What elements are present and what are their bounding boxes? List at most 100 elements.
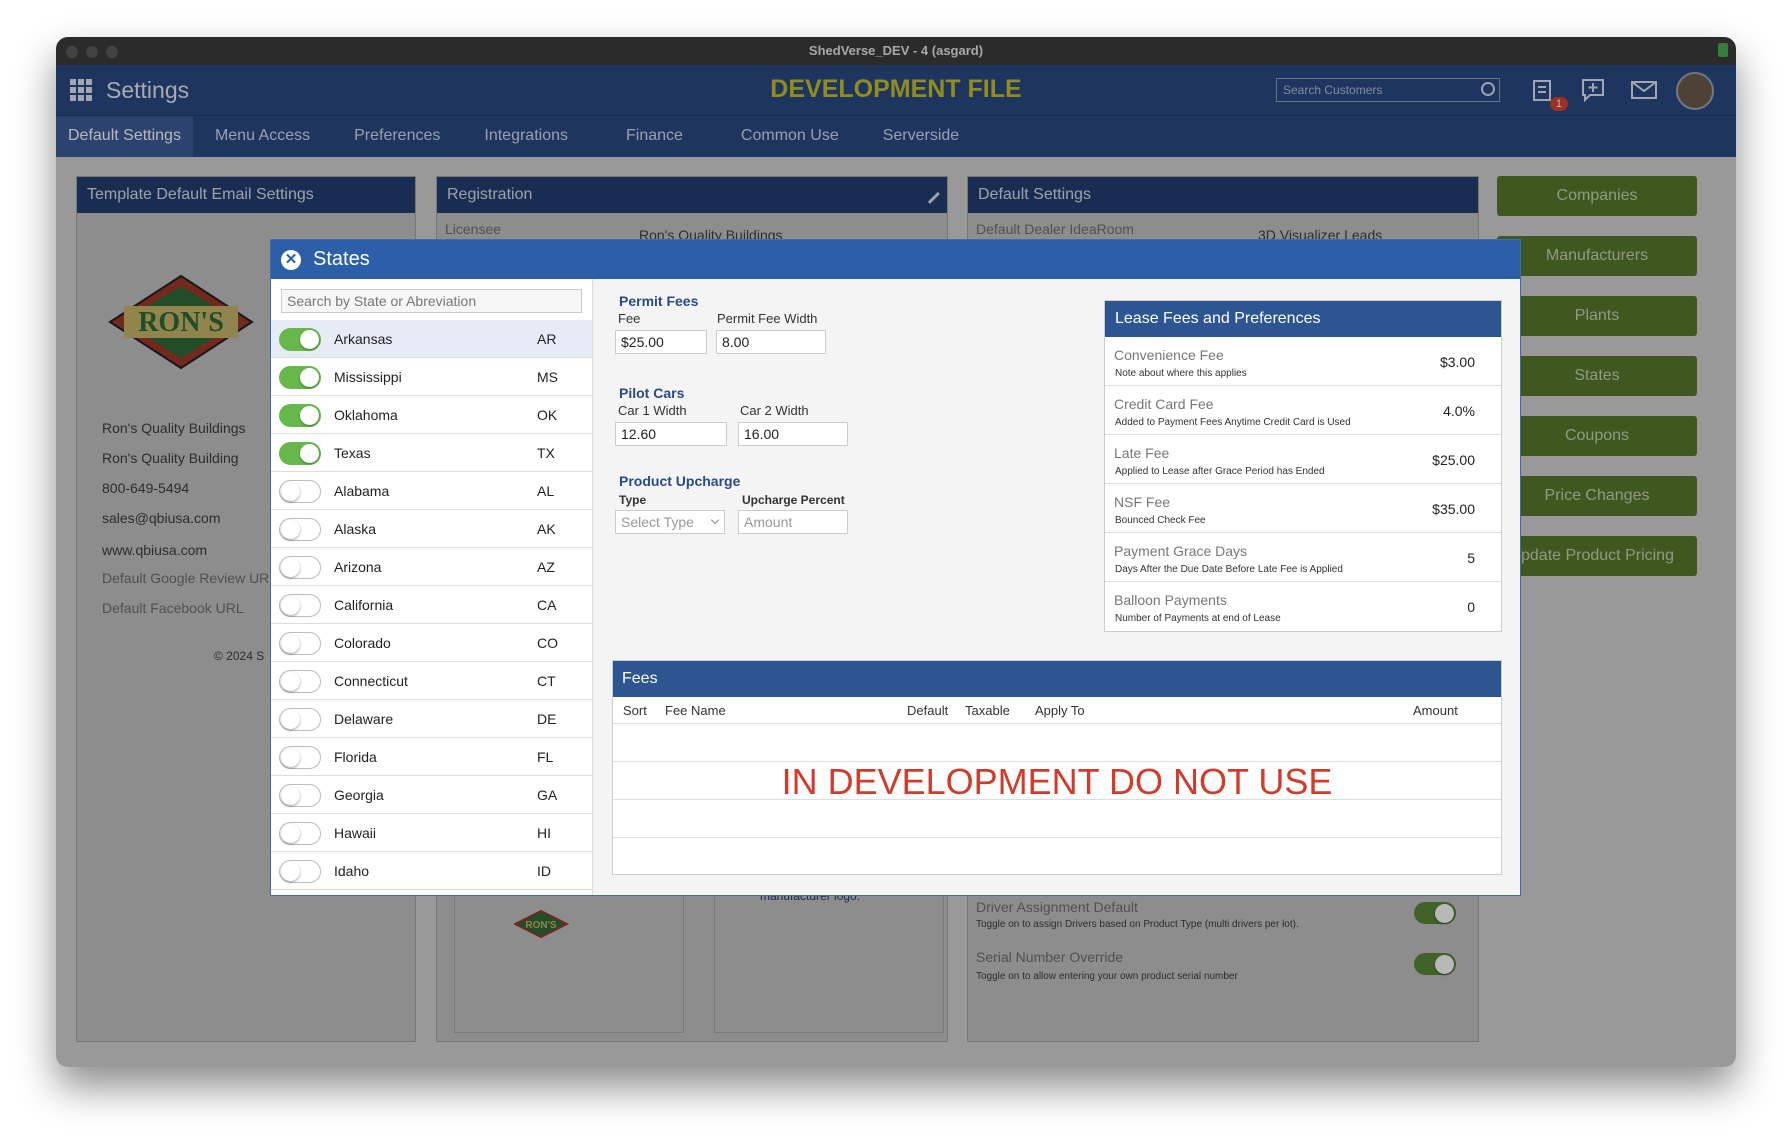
upcharge-percent-input[interactable]: Amount — [738, 510, 848, 534]
close-icon[interactable]: ✕ — [281, 250, 301, 270]
state-search-input[interactable]: Search by State or Abreviation — [281, 289, 582, 313]
state-row[interactable]: Florida FL — [271, 738, 592, 776]
state-abbr: CT — [537, 673, 556, 689]
fees-panel: Fees Sort Fee Name Default Taxable Apply… — [612, 660, 1502, 875]
lease-fee-row[interactable]: Late Fee Applied to Lease after Grace Per… — [1105, 435, 1501, 484]
lease-fee-name: Payment Grace Days — [1114, 543, 1248, 559]
state-row[interactable]: Alabama AL — [271, 472, 592, 510]
lease-fee-row[interactable]: Payment Grace Days Days After the Due Dat… — [1105, 533, 1501, 582]
modal-title: States — [313, 248, 370, 270]
lease-fee-name: Late Fee — [1114, 445, 1170, 461]
state-abbr: CO — [537, 635, 558, 651]
toggle-knob — [281, 634, 300, 653]
state-toggle[interactable] — [279, 442, 321, 465]
lease-fee-value[interactable]: $25.00 — [1432, 452, 1475, 468]
toggle-knob — [281, 558, 300, 577]
lease-fee-value[interactable]: $35.00 — [1432, 501, 1475, 517]
state-toggle[interactable] — [279, 670, 321, 693]
permit-fee-width-input[interactable]: 8.00 — [716, 330, 826, 354]
state-row[interactable]: California CA — [271, 586, 592, 624]
state-row[interactable]: Arkansas AR — [271, 320, 592, 358]
state-toggle[interactable] — [279, 366, 321, 389]
state-abbr: AL — [537, 483, 555, 499]
state-name: Alabama — [334, 483, 390, 499]
state-toggle[interactable] — [279, 328, 321, 351]
lease-fee-row[interactable]: NSF Fee Bounced Check Fee $35.00 — [1105, 484, 1501, 533]
table-row — [613, 800, 1501, 838]
toggle-knob — [300, 406, 319, 425]
state-abbr: MS — [537, 369, 558, 385]
state-name: California — [334, 597, 394, 613]
toggle-knob — [281, 520, 300, 539]
lease-fee-note: Applied to Lease after Grace Period has … — [1115, 466, 1325, 477]
col-apply-to[interactable]: Apply To — [1035, 703, 1085, 718]
state-name: Texas — [334, 445, 371, 461]
fee-label: Fee — [618, 311, 641, 326]
toggle-knob — [281, 862, 300, 881]
col-sort[interactable]: Sort — [623, 703, 647, 718]
col-default[interactable]: Default — [907, 703, 948, 718]
state-abbr: OK — [537, 407, 558, 423]
lease-fee-note: Note about where this applies — [1115, 368, 1247, 379]
state-name: Connecticut — [334, 673, 408, 689]
lease-fee-note: Bounced Check Fee — [1115, 515, 1206, 526]
car2-width-input[interactable]: 16.00 — [738, 422, 848, 446]
upcharge-type-select[interactable]: Select Type — [615, 510, 725, 534]
car1-width-input[interactable]: 12.60 — [615, 422, 727, 446]
state-toggle[interactable] — [279, 556, 321, 579]
state-name: Hawaii — [334, 825, 377, 841]
state-row[interactable]: Texas TX — [271, 434, 592, 472]
state-toggle[interactable] — [279, 784, 321, 807]
state-abbr: ID — [537, 863, 551, 879]
state-row[interactable]: Delaware DE — [271, 700, 592, 738]
lease-fee-value[interactable]: 4.0% — [1443, 403, 1475, 419]
lease-fee-value[interactable]: 5 — [1467, 550, 1475, 566]
state-row[interactable]: Colorado CO — [271, 624, 592, 662]
toggle-knob — [300, 330, 319, 349]
state-toggle[interactable] — [279, 480, 321, 503]
toggle-knob — [281, 786, 300, 805]
upcharge-percent-label: Upcharge Percent — [742, 493, 845, 507]
state-abbr: GA — [537, 787, 558, 803]
state-toggle[interactable] — [279, 594, 321, 617]
lease-fee-note: Added to Payment Fees Anytime Credit Car… — [1115, 417, 1351, 428]
toggle-knob — [281, 824, 300, 843]
lease-fee-row[interactable]: Balloon Payments Number of Payments at en… — [1105, 582, 1501, 631]
state-abbr: CA — [537, 597, 557, 613]
state-toggle[interactable] — [279, 404, 321, 427]
state-abbr: HI — [537, 825, 551, 841]
state-name: Florida — [334, 749, 377, 765]
col-fee-name[interactable]: Fee Name — [665, 703, 726, 718]
state-toggle[interactable] — [279, 518, 321, 541]
lease-fee-note: Number of Payments at end of Lease — [1115, 613, 1281, 624]
state-toggle[interactable] — [279, 746, 321, 769]
lease-fee-row[interactable]: Credit Card Fee Added to Payment Fees Any… — [1105, 386, 1501, 435]
state-row[interactable]: Arizona AZ — [271, 548, 592, 586]
toggle-knob — [281, 596, 300, 615]
toggle-knob — [300, 444, 319, 463]
lease-fee-row[interactable]: Convenience Fee Note about where this app… — [1105, 337, 1501, 386]
lease-fee-value[interactable]: 0 — [1467, 599, 1475, 615]
state-row[interactable]: Mississippi MS — [271, 358, 592, 396]
state-row[interactable]: Connecticut CT — [271, 662, 592, 700]
fees-table-header: Sort Fee Name Default Taxable Apply To A… — [613, 697, 1501, 724]
state-row[interactable]: Idaho ID — [271, 852, 592, 890]
col-taxable[interactable]: Taxable — [965, 703, 1010, 718]
state-row[interactable]: Alaska AK — [271, 510, 592, 548]
toggle-knob — [281, 672, 300, 691]
state-toggle[interactable] — [279, 708, 321, 731]
col-amount[interactable]: Amount — [1413, 703, 1458, 718]
state-row[interactable]: Hawaii HI — [271, 814, 592, 852]
permit-fee-width-label: Permit Fee Width — [717, 311, 818, 326]
state-toggle[interactable] — [279, 860, 321, 883]
permit-fee-input[interactable]: $25.00 — [615, 330, 707, 354]
state-row[interactable]: Oklahoma OK — [271, 396, 592, 434]
state-row[interactable]: Georgia GA — [271, 776, 592, 814]
lease-fees-panel: Lease Fees and Preferences Convenience F… — [1104, 300, 1502, 632]
state-name: Arkansas — [334, 331, 393, 347]
state-toggle[interactable] — [279, 822, 321, 845]
dev-warning: IN DEVELOPMENT DO NOT USE — [781, 761, 1333, 802]
lease-fee-value[interactable]: $3.00 — [1440, 354, 1475, 370]
type-label: Type — [619, 493, 647, 507]
state-toggle[interactable] — [279, 632, 321, 655]
